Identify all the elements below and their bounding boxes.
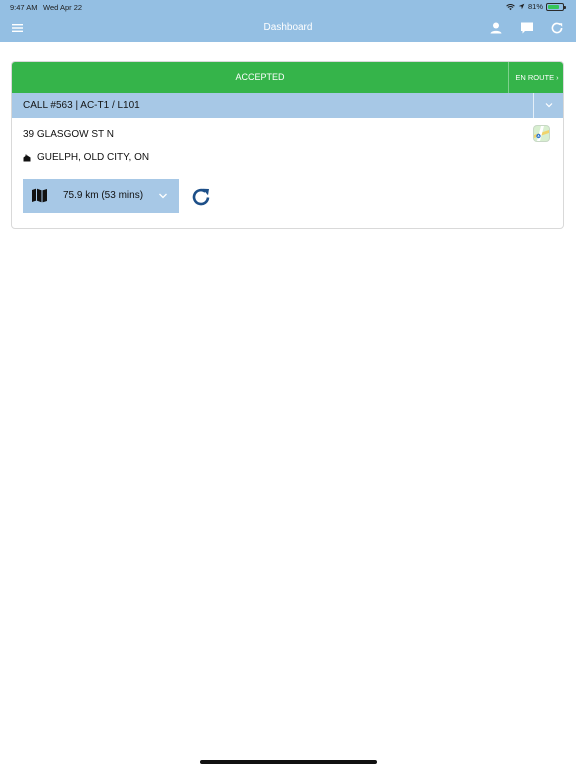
call-row[interactable]: CALL #563 | AC-T1 / L101 bbox=[12, 93, 563, 118]
call-card: ACCEPTED EN ROUTE › CALL #563 | AC-T1 / … bbox=[11, 61, 564, 229]
status-time: 9:47 AM bbox=[10, 3, 38, 12]
battery-percent: 81% bbox=[527, 2, 543, 11]
status-date: Wed Apr 22 bbox=[43, 3, 83, 12]
refresh-icon[interactable] bbox=[549, 20, 565, 36]
maps-app-icon[interactable] bbox=[533, 125, 550, 142]
call-label: CALL #563 | AC-T1 / L101 bbox=[23, 100, 140, 111]
city-text: GUELPH, OLD CITY, ON bbox=[37, 152, 150, 163]
battery-fill bbox=[548, 4, 560, 9]
maps-app-graphic bbox=[534, 126, 549, 141]
city-line: GUELPH, OLD CITY, ON bbox=[23, 152, 149, 163]
home-indicator[interactable] bbox=[200, 760, 377, 764]
address: 39 GLASGOW ST N bbox=[23, 129, 114, 140]
building-icon bbox=[23, 154, 31, 161]
route-button[interactable]: 75.9 km (53 mins) bbox=[23, 179, 179, 213]
status-bar: 9:47 AM Wed Apr 22 81% bbox=[0, 0, 576, 14]
call-row-divider bbox=[533, 93, 534, 118]
location-arrow-icon bbox=[518, 3, 525, 10]
user-icon[interactable] bbox=[488, 20, 504, 36]
en-route-button[interactable]: EN ROUTE › bbox=[509, 62, 563, 93]
battery-icon bbox=[546, 2, 566, 11]
wifi-icon bbox=[506, 3, 515, 10]
accepted-status: ACCEPTED bbox=[235, 72, 285, 82]
chevron-down-icon[interactable] bbox=[544, 100, 554, 110]
map-icon bbox=[32, 188, 47, 203]
status-row: ACCEPTED EN ROUTE › bbox=[12, 62, 563, 93]
navigation-header: Dashboard bbox=[0, 14, 576, 42]
en-route-label: EN ROUTE bbox=[515, 73, 555, 82]
chevron-down-icon bbox=[159, 193, 167, 199]
top-bar: 9:47 AM Wed Apr 22 81% Dashboard bbox=[0, 0, 576, 42]
chevron-right-icon: › bbox=[556, 73, 559, 82]
route-distance: 75.9 km (53 mins) bbox=[63, 190, 144, 201]
status-right: 81% bbox=[506, 2, 566, 11]
chat-icon[interactable] bbox=[519, 20, 535, 36]
reload-route-icon[interactable] bbox=[190, 186, 212, 208]
